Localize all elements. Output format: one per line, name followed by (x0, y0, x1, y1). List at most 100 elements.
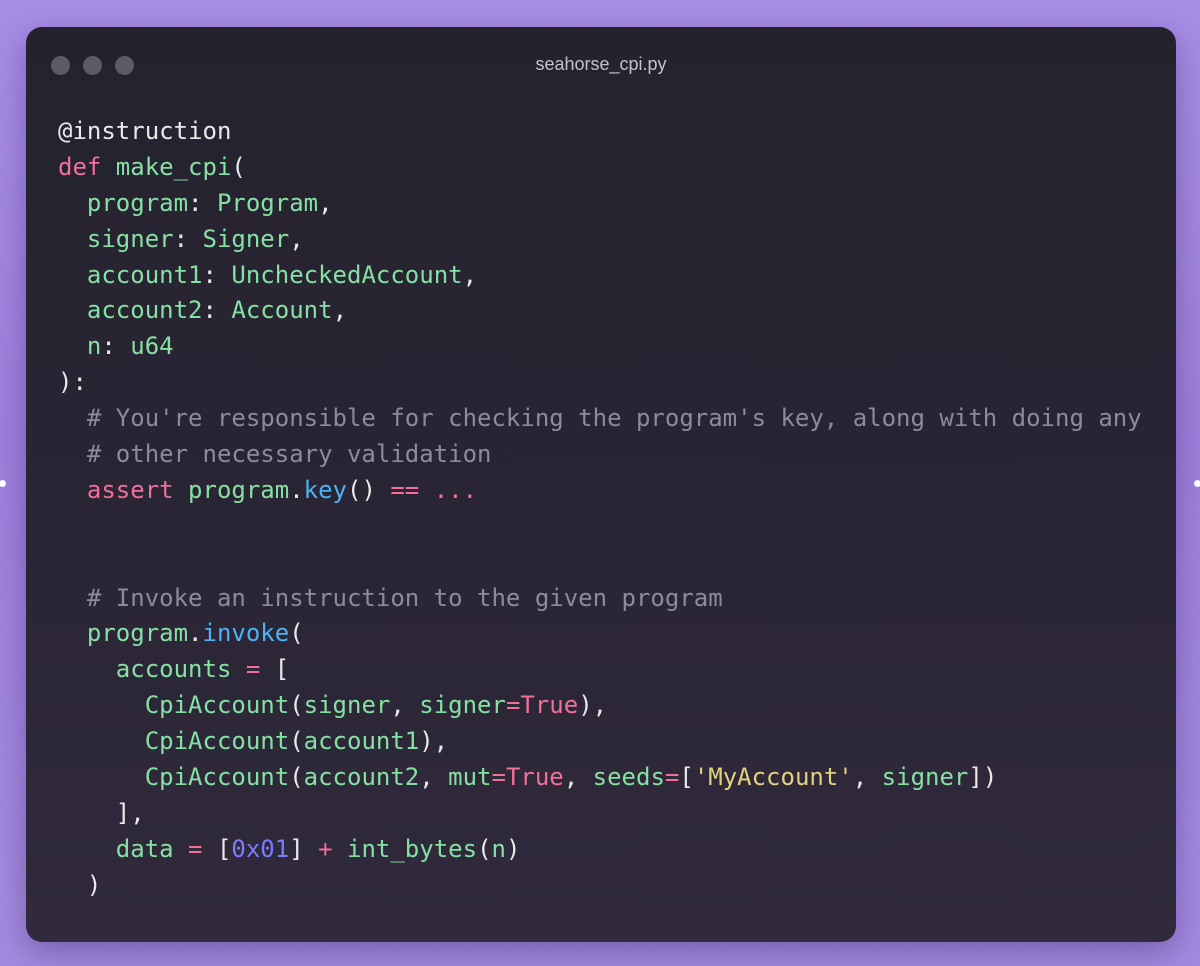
code-token: () (347, 475, 391, 504)
code-token: account2 (303, 763, 420, 792)
code-token: signer (419, 691, 506, 720)
code-token: u64 (130, 332, 174, 361)
code-token: assert (58, 475, 174, 504)
code-line: assert program.key() == ... (58, 473, 1142, 509)
code-token: = (664, 763, 680, 792)
code-line: data = [0x01] + int_bytes(n) (58, 832, 1142, 868)
code-line: # other necessary validation (58, 437, 1142, 473)
code-line: accounts = [ (58, 652, 1142, 688)
code-token: = (491, 763, 506, 792)
code-token: [ (260, 655, 290, 684)
code-line: account1: UncheckedAccount, (58, 258, 1142, 294)
title-bar: seahorse_cpi.py (26, 27, 1176, 103)
code-token: : (202, 260, 232, 289)
code-token: ( (289, 619, 304, 648)
code-line: CpiAccount(account2, mut=True, seeds=['M… (58, 760, 1142, 796)
code-token: seeds (592, 763, 665, 792)
code-token: ( (289, 763, 304, 792)
code-token: ), (578, 691, 608, 720)
code-token: program (173, 475, 290, 504)
code-line: signer: Signer, (58, 222, 1142, 258)
code-token: ) (505, 834, 521, 863)
code-token: = (231, 655, 261, 684)
code-token: signer (881, 763, 969, 792)
code-token: , (390, 691, 420, 720)
code-token: int_bytes (332, 834, 478, 863)
code-token: UncheckedAccount (231, 260, 463, 289)
code-token: ( (289, 691, 304, 720)
code-token: . (188, 619, 203, 648)
code-token: ( (477, 834, 492, 863)
code-line: # You're responsible for checking the pr… (58, 401, 1142, 437)
code-token: True (520, 691, 579, 720)
code-editor[interactable]: @instruction def make_cpi( program: Progr… (58, 114, 1142, 904)
code-token: program (58, 619, 189, 648)
code-token: program (58, 188, 189, 217)
code-token: # other necessary validation (58, 440, 492, 469)
code-token: 'MyAccount' (693, 763, 853, 792)
code-token: account2 (58, 296, 203, 325)
code-token: Account (231, 296, 333, 325)
code-token: [ (679, 763, 694, 792)
code-token: + (318, 834, 333, 863)
code-token: CpiAccount (58, 727, 290, 756)
code-token: , (563, 763, 593, 792)
code-token: # You're responsible for checking the pr… (58, 404, 1142, 433)
code-line: @instruction (58, 114, 1142, 150)
code-token: mut (448, 763, 492, 792)
code-token: ), (419, 727, 449, 756)
code-token: @instruction (58, 117, 232, 145)
code-line: ) (58, 868, 1142, 904)
code-token: data (58, 834, 174, 863)
code-token: accounts (58, 655, 232, 684)
window-title: seahorse_cpi.py (535, 54, 667, 74)
code-token: ( (231, 152, 246, 181)
code-token: = (173, 834, 203, 863)
code-token: , (289, 224, 304, 253)
code-line: # Invoke an instruction to the given pro… (58, 581, 1142, 617)
code-token: . (289, 475, 304, 504)
code-token: account1 (58, 260, 203, 289)
code-token: invoke (202, 619, 290, 648)
code-token: : (188, 188, 217, 217)
code-token: , (462, 260, 478, 289)
code-token: = (505, 691, 521, 720)
code-token: ]) (968, 763, 998, 792)
code-token: make_cpi (101, 152, 232, 181)
code-token: # Invoke an instruction to the given pro… (58, 583, 723, 612)
code-token: == (390, 475, 420, 504)
code-token: ( (289, 727, 304, 756)
code-token: signer (303, 691, 391, 720)
code-line: CpiAccount(signer, signer=True), (58, 688, 1142, 724)
code-token: signer (58, 224, 174, 253)
code-line: program.invoke( (58, 616, 1142, 652)
code-token: Program (216, 188, 319, 217)
code-token: , (332, 296, 348, 325)
code-token: True (505, 763, 564, 792)
code-line: ], (58, 796, 1142, 832)
code-token: def (58, 152, 102, 181)
code-token: account1 (303, 727, 420, 756)
code-token: n (58, 332, 102, 361)
code-token: [ (202, 834, 232, 863)
code-token: CpiAccount (58, 691, 290, 720)
code-token: 0x01 (231, 834, 290, 863)
code-token: CpiAccount (58, 763, 290, 792)
code-token: ... (419, 475, 478, 504)
code-line: account2: Account, (58, 293, 1142, 329)
edge-handle-left (0, 480, 6, 487)
code-token: : (173, 224, 203, 253)
code-token: : (101, 332, 131, 361)
code-token: n (491, 834, 506, 863)
code-token: , (318, 188, 333, 217)
code-line: ): (58, 365, 1142, 401)
code-token: key (303, 475, 347, 504)
code-line: def make_cpi( (58, 150, 1142, 186)
code-line: n: u64 (58, 329, 1142, 365)
code-token: , (419, 763, 449, 792)
code-token: : (202, 296, 232, 325)
code-token: Signer (202, 224, 290, 253)
code-token: ) (58, 870, 102, 899)
